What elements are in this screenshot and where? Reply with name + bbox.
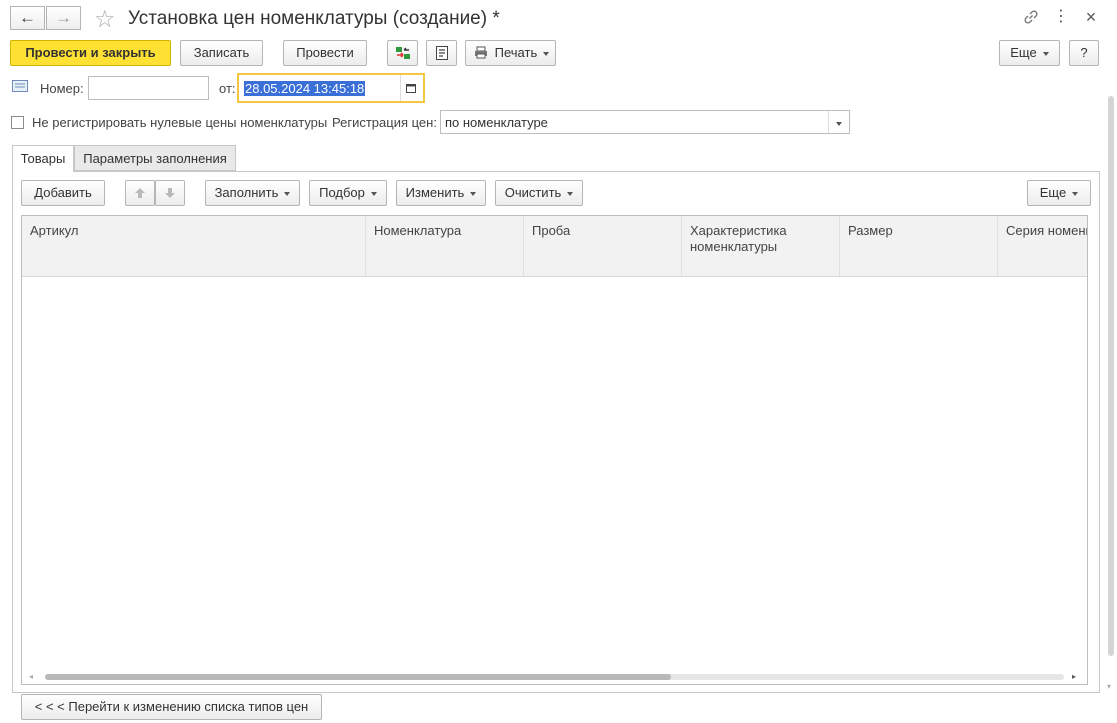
arrow-left-icon: ← bbox=[19, 8, 36, 27]
forward-button[interactable]: → bbox=[46, 6, 81, 30]
report-button[interactable] bbox=[426, 40, 457, 66]
calendar-icon bbox=[406, 84, 416, 93]
report-icon bbox=[435, 46, 448, 60]
print-label: Печать bbox=[494, 45, 538, 60]
arrow-down-icon bbox=[165, 188, 175, 198]
post-button[interactable]: Провести bbox=[283, 40, 367, 66]
number-label: Номер: bbox=[40, 81, 84, 96]
price-types-button[interactable]: < < < Перейти к изменению списка типов ц… bbox=[21, 694, 322, 720]
price-registration-value: по номенклатуре bbox=[445, 115, 548, 130]
dropdown-button[interactable] bbox=[828, 111, 849, 133]
document-movements-icon bbox=[395, 47, 410, 59]
active-tab-joint bbox=[13, 170, 73, 172]
clear-button[interactable]: Очистить bbox=[495, 180, 583, 206]
chevron-down-icon bbox=[1042, 51, 1049, 56]
help-button[interactable]: ? bbox=[1069, 40, 1099, 66]
save-button[interactable]: Записать bbox=[180, 40, 263, 66]
fill-button[interactable]: Заполнить bbox=[205, 180, 300, 206]
post-and-close-button[interactable]: Провести и закрыть bbox=[10, 40, 171, 66]
print-button[interactable]: Печать bbox=[465, 40, 556, 66]
chevron-down-icon bbox=[284, 191, 291, 196]
date-input[interactable]: 28.05.2024 13:45:18 bbox=[244, 81, 366, 96]
horizontal-scrollbar-thumb[interactable] bbox=[45, 674, 671, 680]
favorite-star-icon[interactable]: ☆ bbox=[94, 5, 116, 34]
change-button[interactable]: Изменить bbox=[396, 180, 486, 206]
chevron-down-icon bbox=[370, 191, 377, 196]
tab-goods[interactable]: Товары bbox=[12, 145, 74, 172]
document-info-icon[interactable] bbox=[12, 80, 28, 92]
number-input[interactable] bbox=[88, 76, 209, 100]
goods-table[interactable] bbox=[21, 215, 1088, 685]
scroll-right-icon[interactable]: ▸ bbox=[1072, 672, 1080, 682]
header-divider bbox=[22, 276, 1087, 277]
date-field[interactable]: 28.05.2024 13:45:18 bbox=[237, 73, 425, 103]
column-header-article[interactable]: Артикул bbox=[22, 216, 366, 276]
chevron-down-icon bbox=[836, 122, 842, 127]
close-icon[interactable]: × bbox=[1082, 7, 1100, 27]
arrow-right-icon: → bbox=[55, 8, 72, 27]
more-button[interactable]: Еще bbox=[999, 40, 1060, 66]
scroll-down-icon[interactable]: ▾ bbox=[1107, 683, 1115, 691]
page-title: Установка цен номенклатуры (создание) * bbox=[128, 8, 500, 29]
column-header-characteristic[interactable]: Характеристика номенклатуры bbox=[682, 216, 840, 276]
price-registration-label: Регистрация цен: bbox=[332, 115, 437, 130]
chevron-down-icon bbox=[470, 191, 477, 196]
column-header-nomenclature[interactable]: Номенклатура bbox=[366, 216, 524, 276]
column-header-assay[interactable]: Проба bbox=[524, 216, 682, 276]
calendar-button[interactable] bbox=[400, 75, 423, 101]
chevron-down-icon bbox=[567, 191, 574, 196]
printer-icon bbox=[475, 46, 487, 59]
price-registration-select[interactable]: по номенклатуре bbox=[440, 110, 850, 134]
date-label: от: bbox=[219, 81, 236, 96]
move-down-button[interactable] bbox=[155, 180, 185, 206]
chevron-down-icon bbox=[1072, 191, 1079, 196]
page-scrollbar-thumb[interactable] bbox=[1108, 96, 1114, 656]
move-up-button[interactable] bbox=[125, 180, 155, 206]
zero-prices-label[interactable]: Не регистрировать нулевые цены номенклат… bbox=[32, 115, 327, 130]
back-button[interactable]: ← bbox=[10, 6, 45, 30]
link-icon[interactable] bbox=[1022, 8, 1040, 26]
tab-fill-parameters[interactable]: Параметры заполнения bbox=[74, 145, 236, 171]
table-more-button[interactable]: Еще bbox=[1027, 180, 1091, 206]
movements-button[interactable] bbox=[387, 40, 418, 66]
column-header-series[interactable]: Серия номенклатуры bbox=[998, 216, 1087, 276]
selection-button[interactable]: Подбор bbox=[309, 180, 387, 206]
chevron-down-icon bbox=[543, 51, 550, 56]
add-button[interactable]: Добавить bbox=[21, 180, 105, 206]
column-header-size[interactable]: Размер bbox=[840, 216, 998, 276]
arrow-up-icon bbox=[135, 188, 145, 198]
zero-prices-checkbox[interactable] bbox=[11, 116, 24, 129]
scroll-left-icon[interactable]: ◂ bbox=[29, 672, 37, 682]
more-menu-icon[interactable]: ⋮ bbox=[1052, 9, 1070, 26]
